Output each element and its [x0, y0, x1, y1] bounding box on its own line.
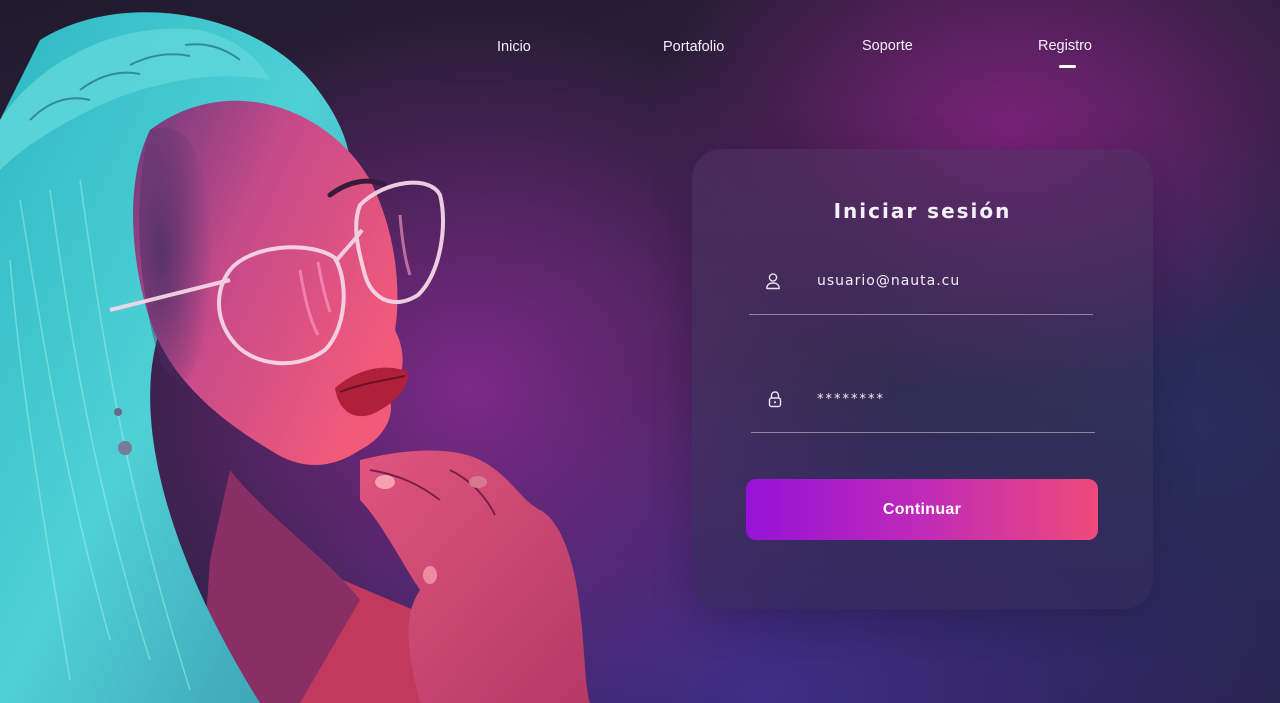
password-input[interactable]: [817, 387, 1077, 411]
continue-button[interactable]: Continuar: [746, 479, 1098, 540]
nav-link-inicio[interactable]: Inicio: [497, 39, 531, 55]
login-title: Iniciar sesión: [833, 199, 1012, 223]
active-nav-indicator: [1059, 65, 1076, 68]
nav-link-registro[interactable]: Registro: [1038, 38, 1092, 54]
password-field: [751, 383, 1095, 433]
nav-link-soporte[interactable]: Soporte: [862, 38, 913, 54]
top-navigation: Inicio Portafolio Soporte Registro: [0, 0, 1280, 80]
nav-link-portafolio[interactable]: Portafolio: [663, 39, 724, 55]
login-card: Iniciar sesión Continuar: [692, 149, 1153, 609]
hero-portrait-image: [0, 12, 590, 703]
username-field: [749, 265, 1093, 315]
lock-icon: [768, 391, 782, 408]
user-icon: [766, 273, 780, 290]
email-input[interactable]: [817, 269, 1077, 293]
